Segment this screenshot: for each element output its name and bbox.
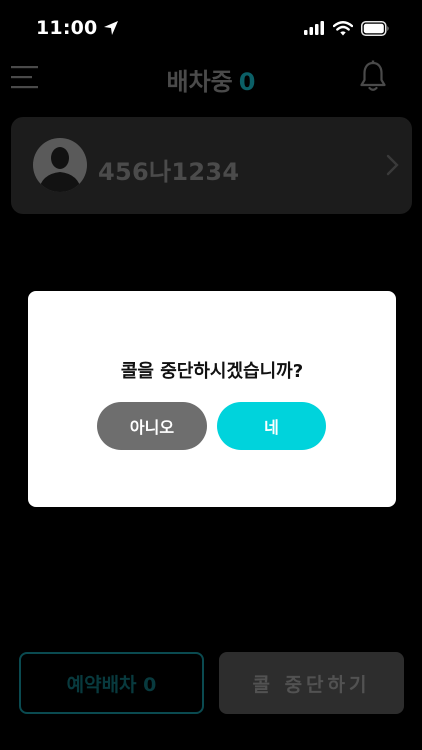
bell-icon	[360, 60, 386, 91]
vehicle-plate: 456나1234	[98, 158, 240, 186]
reserve-dispatch-button[interactable]: 예약배차 0	[19, 652, 204, 714]
status-time: 11:00	[36, 17, 98, 39]
no-button[interactable]: 아니오	[97, 402, 207, 450]
yes-button[interactable]: 네	[217, 402, 326, 450]
confirm-dialog: 콜을 중단하시겠습니까? 아니오 네	[28, 291, 396, 507]
stop-call-button[interactable]: 콜 중단하기	[219, 652, 404, 714]
chevron-right-icon	[386, 154, 399, 176]
dispatch-count: 0	[238, 68, 256, 96]
status-left: 11:00	[36, 17, 119, 39]
battery-icon	[361, 20, 389, 36]
status-bar: 11:00	[0, 0, 422, 56]
person-avatar-icon	[33, 138, 87, 192]
dialog-message: 콜을 중단하시겠습니까?	[120, 361, 304, 382]
status-right	[304, 20, 390, 36]
cellular-signal-icon	[304, 21, 324, 35]
wifi-icon	[333, 20, 353, 35]
driver-card[interactable]: 456나1234	[11, 117, 412, 214]
page-title-text: 배차중	[166, 68, 233, 96]
notification-button[interactable]	[359, 60, 387, 92]
location-arrow-icon	[104, 21, 119, 35]
app-header: 배차중 0	[0, 56, 422, 100]
